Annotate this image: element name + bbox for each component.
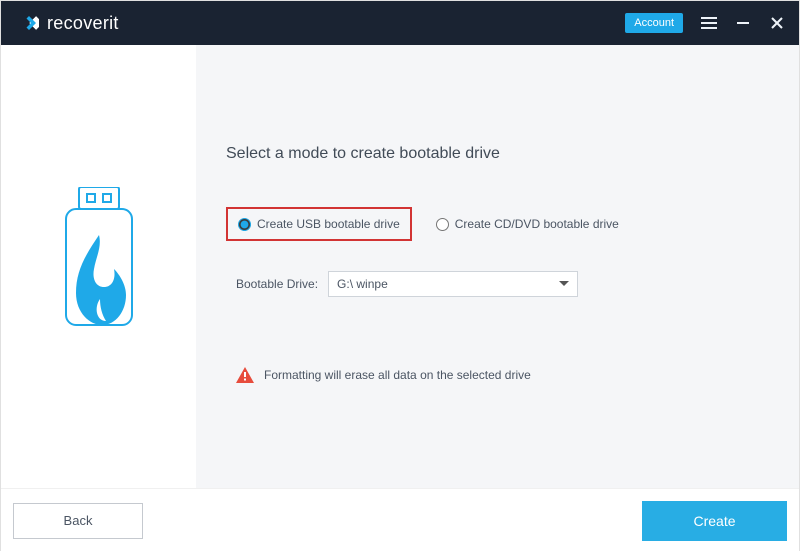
left-panel <box>1 45 196 488</box>
warning-icon <box>236 367 254 383</box>
body-area: Select a mode to create bootable drive C… <box>1 45 799 488</box>
menu-icon[interactable] <box>701 15 717 31</box>
radio-usb-label: Create USB bootable drive <box>257 217 400 231</box>
back-button[interactable]: Back <box>13 503 143 539</box>
radio-usb[interactable]: Create USB bootable drive <box>238 217 400 231</box>
drive-select[interactable]: G:\ winpe <box>328 271 578 297</box>
account-button[interactable]: Account <box>625 13 683 33</box>
warning-text: Formatting will erase all data on the se… <box>264 368 531 382</box>
radio-dvd[interactable]: Create CD/DVD bootable drive <box>436 217 619 231</box>
radio-dvd-label: Create CD/DVD bootable drive <box>455 217 619 231</box>
warning-row: Formatting will erase all data on the se… <box>236 367 769 383</box>
minimize-icon[interactable] <box>735 15 751 31</box>
create-button[interactable]: Create <box>642 501 787 541</box>
radio-dvd-input[interactable] <box>436 218 449 231</box>
highlighted-option: Create USB bootable drive <box>226 207 412 241</box>
recoverit-logo-icon <box>19 13 39 33</box>
right-panel: Select a mode to create bootable drive C… <box>196 45 799 488</box>
footer: Back Create <box>1 488 799 552</box>
radio-usb-input[interactable] <box>238 218 251 231</box>
drive-row: Bootable Drive: G:\ winpe <box>236 271 769 297</box>
page-heading: Select a mode to create bootable drive <box>226 145 769 163</box>
drive-label: Bootable Drive: <box>236 277 318 291</box>
titlebar: recoverit Account <box>1 1 799 45</box>
usb-flame-icon <box>54 187 144 347</box>
brand-text: recoverit <box>47 13 119 34</box>
close-icon[interactable] <box>769 15 785 31</box>
brand-logo: recoverit <box>19 13 119 34</box>
mode-radio-row: Create USB bootable drive Create CD/DVD … <box>226 207 619 241</box>
